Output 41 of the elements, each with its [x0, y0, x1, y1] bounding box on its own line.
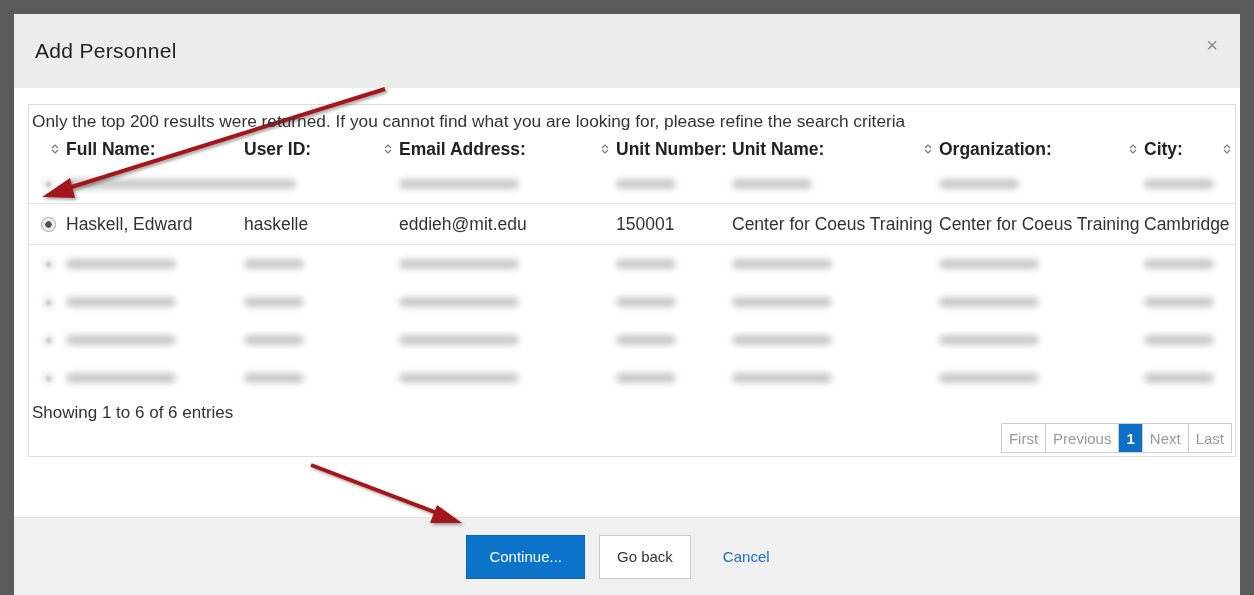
table-cell-text: eddieh@mit.edu — [398, 213, 528, 235]
sort-icon[interactable] — [601, 143, 609, 155]
redacted-text — [1144, 297, 1214, 307]
redacted-text — [616, 373, 676, 383]
column-header[interactable]: Organization: — [939, 138, 1052, 160]
entries-summary: Showing 1 to 6 of 6 entries — [32, 403, 234, 424]
table-cell-text: 150001 — [615, 213, 676, 235]
redacted-text — [244, 373, 304, 383]
sort-icon[interactable] — [1223, 143, 1231, 155]
column-header[interactable]: Unit Number: — [616, 138, 727, 160]
redacted-text — [244, 297, 304, 307]
redacted-text — [1144, 335, 1214, 345]
dialog-title: Add Personnel — [35, 39, 177, 63]
table-cell-text: Center for Coeus Training — [731, 213, 934, 235]
back-button[interactable]: Go back — [599, 534, 691, 579]
redacted-text — [1144, 373, 1214, 383]
redacted-text — [1144, 179, 1214, 189]
sort-icon[interactable] — [51, 143, 59, 155]
sort-icon[interactable] — [1129, 143, 1137, 155]
column-header[interactable]: User ID: — [244, 138, 312, 160]
sort-icon[interactable] — [384, 143, 392, 155]
column-header[interactable]: Email Address: — [399, 138, 526, 160]
redacted-text — [1144, 259, 1214, 269]
redacted-text — [244, 259, 304, 269]
table-cell-text: Haskell, Edward — [65, 213, 194, 235]
page-button[interactable]: 1 — [1118, 423, 1143, 453]
continue-button[interactable]: Continue... — [466, 534, 585, 579]
column-header[interactable]: City: — [1144, 138, 1183, 160]
table-cell-text: Cambridge — [1143, 213, 1231, 235]
sort-icon[interactable] — [924, 143, 932, 155]
column-header[interactable]: Unit Name: — [732, 138, 825, 160]
table-cell-text: haskelle — [243, 213, 310, 235]
redacted-text — [616, 259, 676, 269]
redacted-text — [244, 335, 304, 345]
column-header[interactable]: Full Name: — [66, 138, 156, 160]
redacted-text — [616, 179, 676, 189]
redacted-text — [616, 297, 676, 307]
table-cell-text: Center for Coeus Training — [938, 213, 1141, 235]
redacted-text — [616, 335, 676, 345]
cancel-link[interactable]: Cancel — [704, 534, 788, 579]
radio-button[interactable] — [41, 216, 56, 232]
